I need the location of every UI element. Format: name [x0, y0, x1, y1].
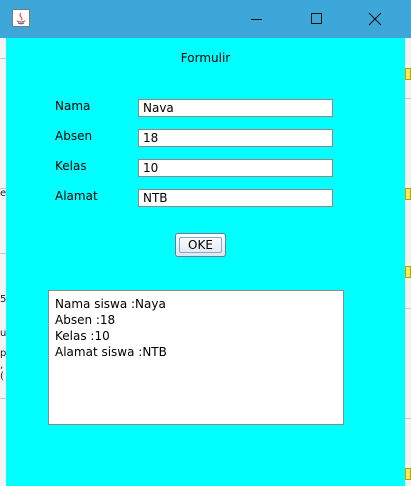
oke-button[interactable]: OKE [175, 233, 226, 257]
form-title: Formulir [180, 51, 231, 65]
label-absen: Absen [55, 129, 93, 143]
alamat-field[interactable] [138, 189, 333, 207]
java-app-icon[interactable] [12, 9, 30, 27]
absen-field[interactable] [138, 129, 333, 147]
label-nama: Nama [55, 99, 91, 113]
background-app-right-edge [405, 38, 411, 486]
output-line-absen: Absen :18 [55, 313, 116, 327]
output-textarea[interactable]: Nama siswa :Naya Absen :18 Kelas :10 Ala… [48, 290, 344, 425]
maximize-icon[interactable] [294, 0, 340, 38]
label-kelas: Kelas [55, 159, 87, 173]
close-icon[interactable] [352, 0, 398, 38]
kelas-field[interactable] [138, 159, 333, 177]
output-line-alamat: Alamat siswa :NTB [55, 345, 167, 359]
nama-field[interactable] [138, 99, 333, 117]
output-line-kelas: Kelas :10 [55, 329, 110, 343]
title-bar[interactable] [0, 0, 411, 38]
output-line-nama: Nama siswa :Naya [55, 297, 166, 311]
label-alamat: Alamat [55, 189, 98, 203]
minimize-icon[interactable] [234, 0, 280, 38]
oke-button-label: OKE [188, 238, 213, 252]
form-window: Formulir Nama Absen Kelas Alamat OKE Nam… [0, 0, 411, 486]
